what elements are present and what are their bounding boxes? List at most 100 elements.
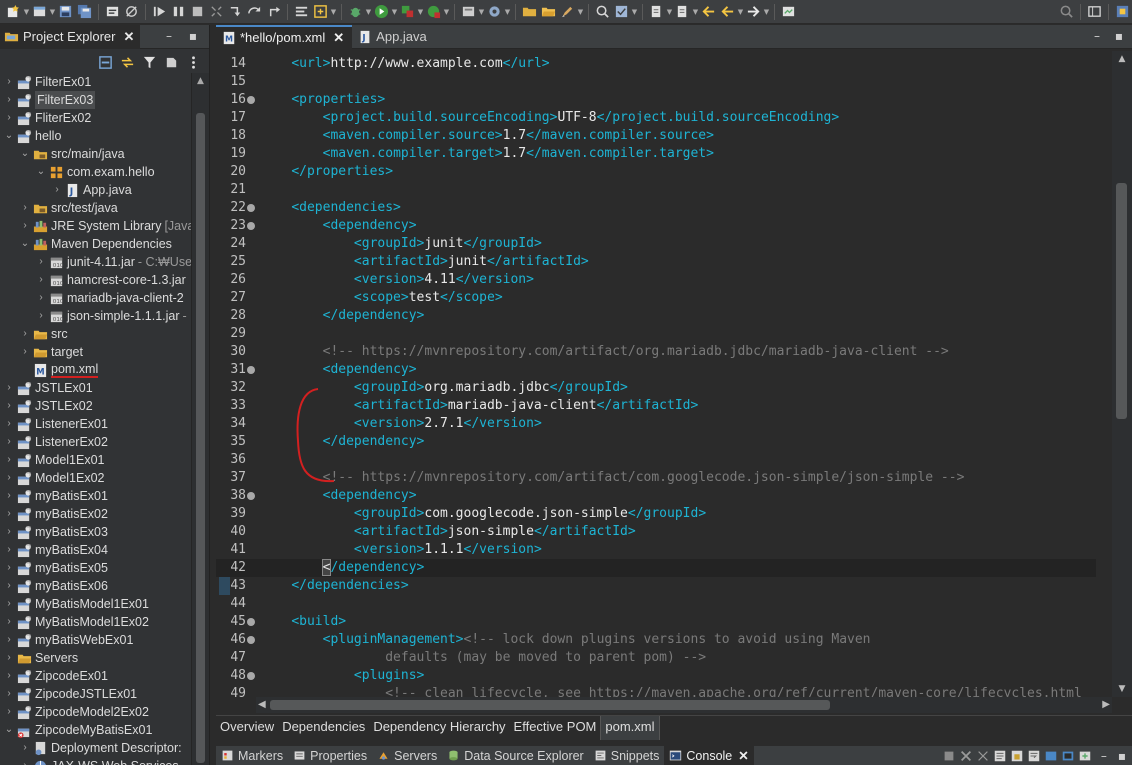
code-line[interactable]: 27 <scope>test</scope> (216, 289, 1096, 307)
tasks-dropdown-icon[interactable]: ▼ (631, 3, 638, 20)
chevron-right-icon[interactable]: › (20, 199, 30, 217)
code-line[interactable]: 49 <!-- clean lifecycle, see https://mav… (216, 685, 1096, 697)
code-line[interactable]: 16 <properties> (216, 91, 1096, 109)
run-dropdown-icon[interactable]: ▼ (391, 3, 398, 20)
annotation-prev-icon[interactable] (674, 3, 691, 20)
forward-icon[interactable] (745, 3, 762, 20)
settings-gear-icon[interactable] (486, 3, 503, 20)
step-into-icon[interactable] (227, 3, 244, 20)
tree-item[interactable]: › MyBatisModel1Ex02 (0, 613, 192, 631)
open-console-icon[interactable] (1078, 749, 1092, 763)
fold-toggle-icon[interactable] (247, 618, 255, 626)
code-line[interactable]: 15 (216, 73, 1096, 91)
maximize-icon[interactable]: ▪ (186, 29, 200, 43)
code-line[interactable]: 22 <dependencies> (216, 199, 1096, 217)
scroll-up-icon[interactable]: ▲ (192, 73, 209, 89)
new-dropdown-icon[interactable]: ▼ (23, 3, 30, 20)
tree-item[interactable]: › myBatisEx03 (0, 523, 192, 541)
tab-view[interactable]: Snippets (589, 746, 665, 765)
code-line[interactable]: 34 <version>2.7.1</version> (216, 415, 1096, 433)
new-project-icon[interactable] (31, 3, 48, 20)
chevron-right-icon[interactable]: › (36, 289, 46, 307)
chevron-right-icon[interactable]: › (4, 469, 14, 487)
scrollbar-thumb[interactable] (196, 113, 205, 763)
code-line[interactable]: 48 <plugins> (216, 667, 1096, 685)
tree-item[interactable]: ⌄ ZipcodeMyBatisEx01 (0, 721, 192, 739)
save-icon[interactable] (57, 3, 74, 20)
close-icon[interactable]: ✕ (738, 748, 748, 763)
fold-toggle-icon[interactable] (247, 636, 255, 644)
chevron-right-icon[interactable]: › (4, 631, 14, 649)
code-line[interactable]: 29 (216, 325, 1096, 343)
tab-pom-page[interactable]: Overview (216, 716, 278, 740)
disconnect-icon[interactable] (208, 3, 225, 20)
tree-item[interactable]: › myBatisEx04 (0, 541, 192, 559)
scroll-lock-icon[interactable] (1010, 749, 1024, 763)
tree-item[interactable]: › 010 json-simple-1.1.1.jar - (0, 307, 192, 325)
tree-item[interactable]: › target (0, 343, 192, 361)
code-line[interactable]: 47 defaults (may be moved to parent pom)… (216, 649, 1096, 667)
code-line[interactable]: 39 <groupId>com.googlecode.json-simple</… (216, 505, 1096, 523)
scroll-right-icon[interactable]: ▶ (1102, 697, 1110, 713)
code-line[interactable]: 19 <maven.compiler.target>1.7</maven.com… (216, 145, 1096, 163)
tree-item[interactable]: › Servers (0, 649, 192, 667)
search-icon[interactable] (1058, 3, 1075, 20)
chevron-right-icon[interactable]: › (4, 109, 14, 127)
chevron-down-icon[interactable]: ⌄ (4, 127, 14, 145)
code-line[interactable]: 42 </dependency> (216, 559, 1096, 577)
tasks-icon[interactable] (613, 3, 630, 20)
tab-pom-page[interactable]: Dependency Hierarchy (369, 716, 509, 740)
open-folder-icon[interactable] (540, 3, 557, 20)
chevron-right-icon[interactable]: › (20, 757, 30, 765)
tree-item[interactable]: › ListenerEx01 (0, 415, 192, 433)
tree-item[interactable]: › 010 hamcrest-core-1.3.jar (0, 271, 192, 289)
code-line[interactable]: 31 <dependency> (216, 361, 1096, 379)
chevron-right-icon[interactable]: › (4, 451, 14, 469)
code-line[interactable]: 26 <version>4.11</version> (216, 271, 1096, 289)
new-icon[interactable] (5, 3, 22, 20)
open-project-icon[interactable] (521, 3, 538, 20)
tree-item[interactable]: › ListenerEx02 (0, 433, 192, 451)
tab-view[interactable]: Markers (216, 746, 288, 765)
tree-item[interactable]: › FilterEx01 (0, 73, 192, 91)
code-line[interactable]: 20 </properties> (216, 163, 1096, 181)
back-dropdown-icon[interactable]: ▼ (737, 3, 744, 20)
tree-item[interactable]: › JRE System Library[JavaS (0, 217, 192, 235)
fold-toggle-icon[interactable] (247, 492, 255, 500)
tree-item[interactable]: › 010 junit-4.11.jar - C:₩Use (0, 253, 192, 271)
tree-item[interactable]: › src/test/java (0, 199, 192, 217)
chevron-right-icon[interactable]: › (4, 505, 14, 523)
tree-item[interactable]: ⌄ src/main/java (0, 145, 192, 163)
code-line[interactable]: 46 <pluginManagement><!-- lock down plug… (216, 631, 1096, 649)
suspend-icon[interactable] (170, 3, 187, 20)
tab-pom-page[interactable]: pom.xml (600, 715, 660, 740)
tab-view[interactable]: Properties (288, 746, 372, 765)
chevron-right-icon[interactable]: › (4, 379, 14, 397)
editor-minimize-icon[interactable]: – (1090, 29, 1104, 43)
view-maximize-icon[interactable]: ▪ (1118, 749, 1126, 763)
tree-item[interactable]: › myBatisEx06 (0, 577, 192, 595)
toggle-mark-occurrences-icon[interactable] (293, 3, 310, 20)
annotation-next-icon[interactable] (648, 3, 665, 20)
code-line[interactable]: 38 <dependency> (216, 487, 1096, 505)
resume-icon[interactable] (151, 3, 168, 20)
tree-item[interactable]: › ZipcodeModel2Ex02 (0, 703, 192, 721)
link-with-editor-icon[interactable] (120, 55, 135, 70)
tree-item[interactable]: › Deployment Descriptor: (0, 739, 192, 757)
tree-item[interactable]: › JSTLEx02 (0, 397, 192, 415)
tab-view[interactable]: Console ✕ (664, 746, 754, 765)
save-all-icon[interactable] (76, 3, 93, 20)
close-icon[interactable]: ✕ (123, 29, 134, 45)
project-tree-scrollbar[interactable]: ▲ (191, 73, 209, 765)
chevron-right-icon[interactable]: › (4, 73, 14, 91)
terminate-icon[interactable] (189, 3, 206, 20)
tree-item[interactable]: ⌄ Maven Dependencies (0, 235, 192, 253)
external-tools-icon[interactable] (425, 3, 442, 20)
remove-all-icon[interactable] (976, 749, 990, 763)
fold-toggle-icon[interactable] (247, 204, 255, 212)
fold-toggle-icon[interactable] (247, 96, 255, 104)
chevron-right-icon[interactable]: › (20, 739, 30, 757)
view-menu-icon[interactable] (186, 55, 201, 70)
scroll-left-icon[interactable]: ◀ (258, 697, 266, 713)
step-return-icon[interactable] (265, 3, 282, 20)
